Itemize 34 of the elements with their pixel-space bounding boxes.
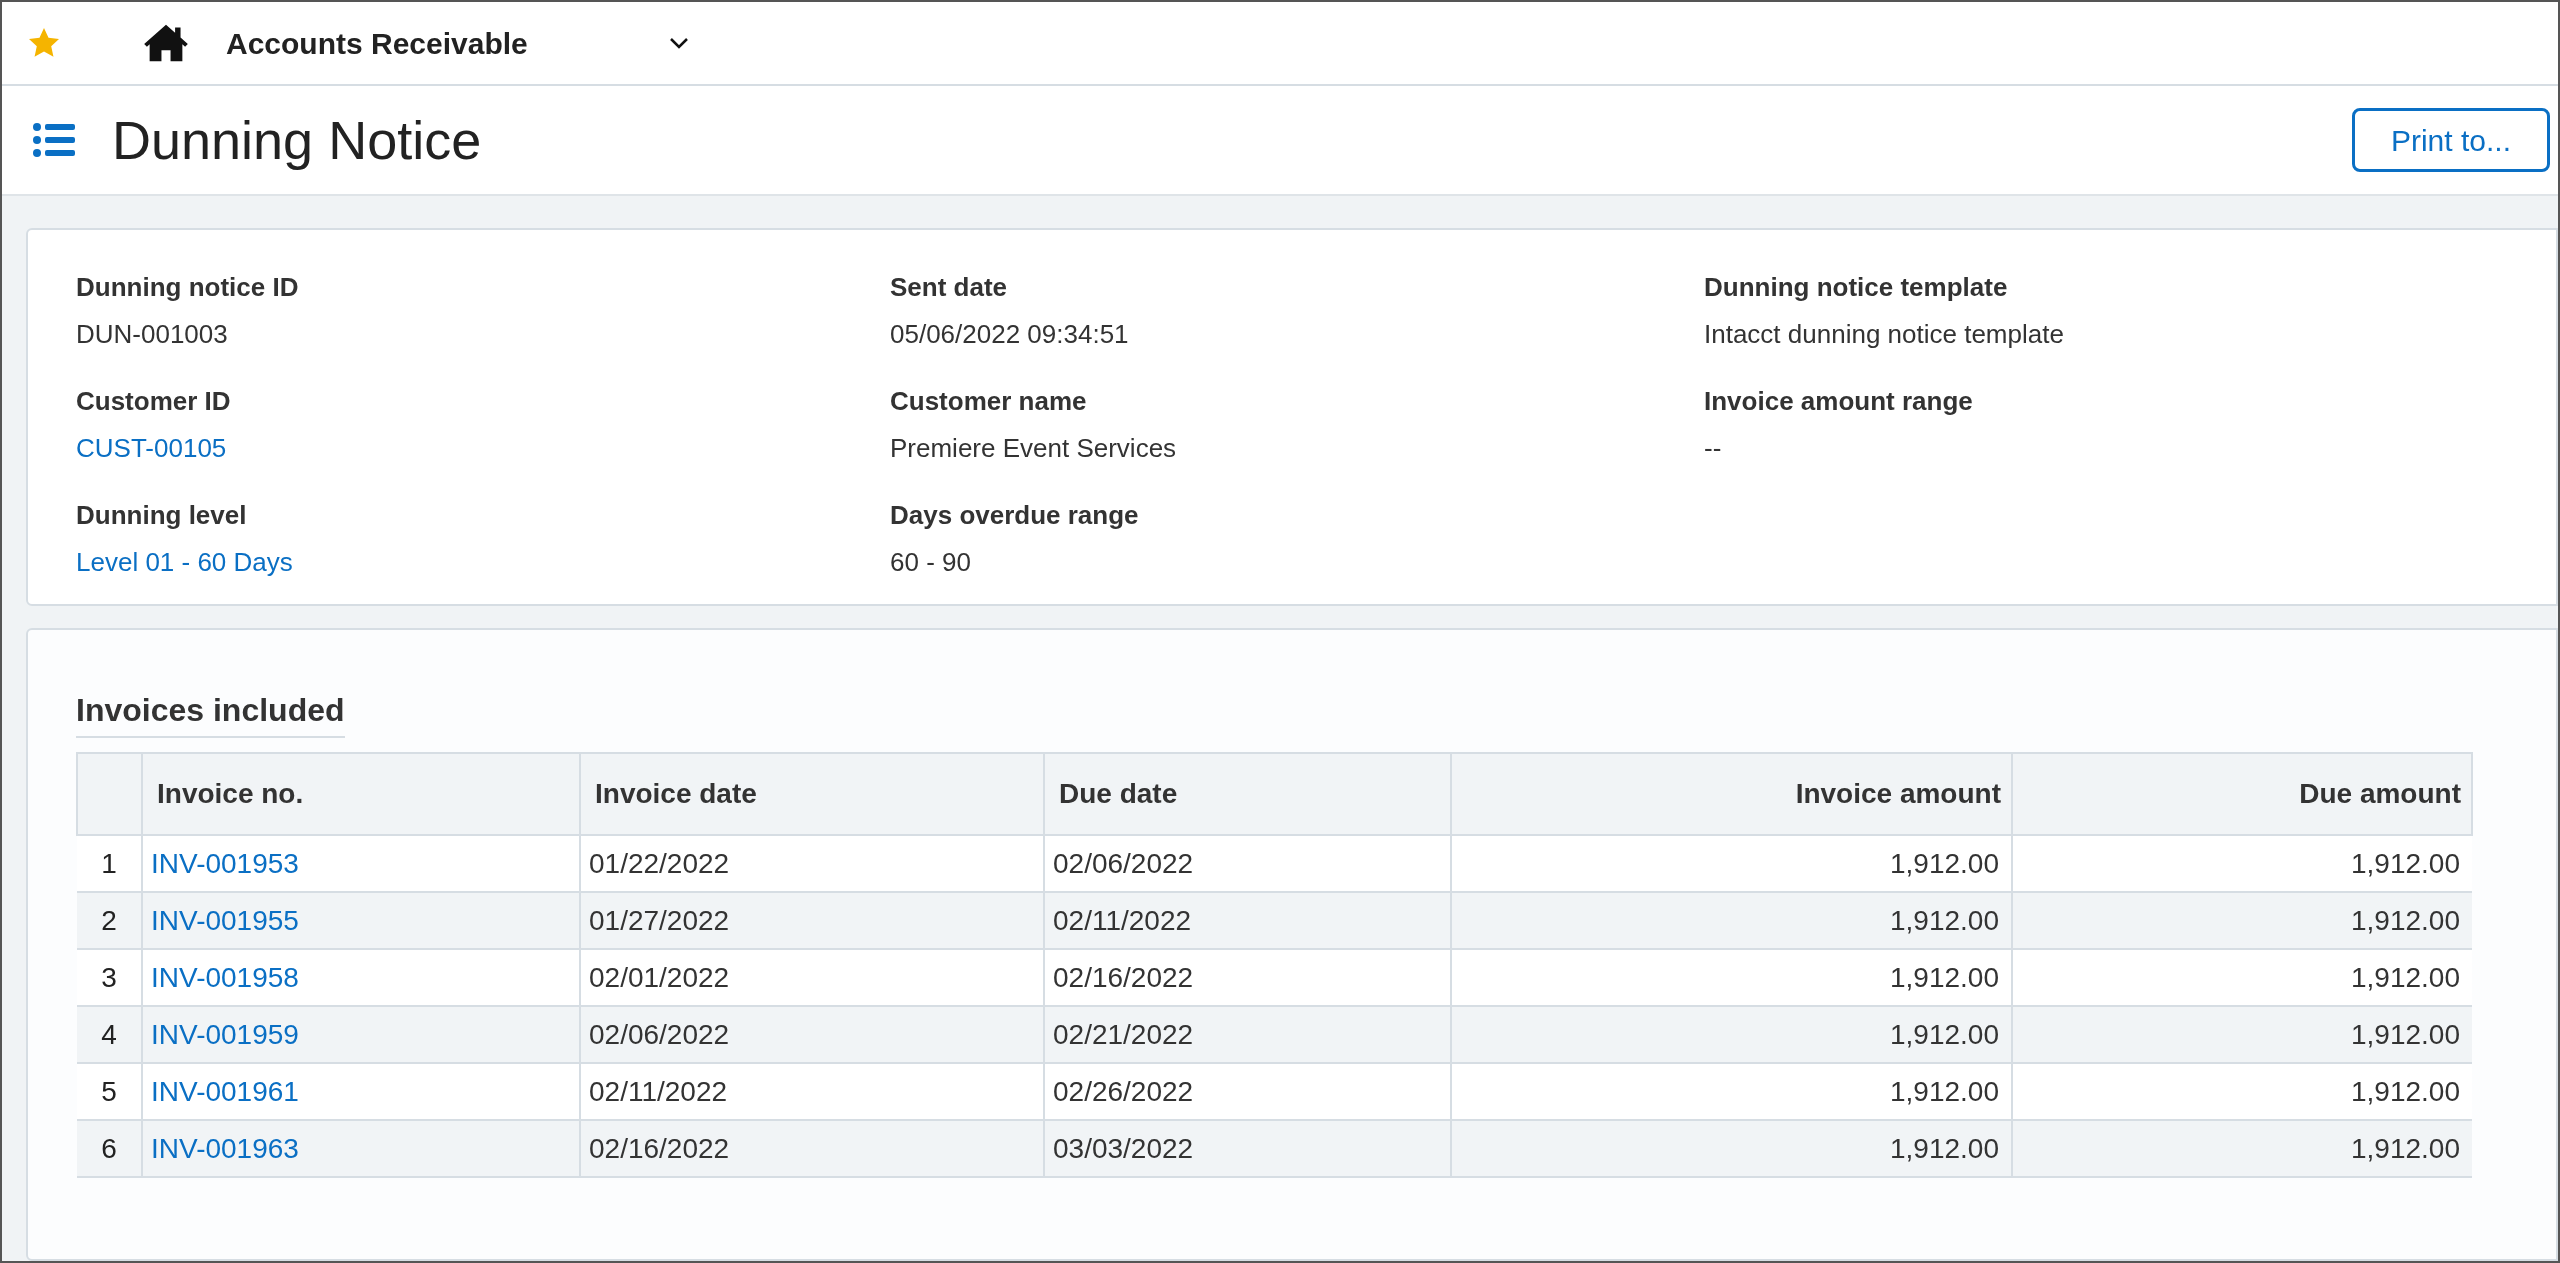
field-link[interactable]: Level 01 - 60 Days [76, 543, 890, 582]
chevron-down-icon[interactable] [667, 36, 690, 50]
list-icon[interactable] [32, 122, 76, 158]
field-label: Sent date [890, 271, 1009, 304]
print-button[interactable]: Print to... [2351, 108, 2550, 172]
table-cell: 03/03/2022 [1044, 1120, 1451, 1177]
field-value: Premiere Event Services [890, 432, 1178, 465]
table-cell: 1,912.00 [1451, 1120, 2012, 1177]
field-label: Days overdue range [890, 499, 1140, 532]
column-header: Due amount [2012, 753, 2472, 835]
invoice-link[interactable]: INV-001963 [142, 1120, 580, 1177]
field-value: 05/06/2022 09:34:51 [890, 318, 1130, 351]
module-title: Accounts Receivable [226, 25, 528, 62]
field-label: Customer name [890, 385, 1088, 418]
column-header: Invoice date [580, 753, 1044, 835]
field-value: -- [1704, 432, 1723, 465]
page-title: Dunning Notice [112, 108, 482, 172]
field-link[interactable]: CUST-00105 [76, 429, 890, 468]
field-value: 60 - 90 [890, 546, 972, 579]
home-icon[interactable] [144, 23, 188, 63]
table-cell: 1,912.00 [2012, 1120, 2472, 1177]
field-label: Customer ID [76, 385, 232, 418]
field-label: Dunning level [76, 499, 248, 532]
table-cell: 02/16/2022 [580, 1120, 1044, 1177]
column-header: Invoice no. [142, 753, 580, 835]
column-header: Due date [1044, 753, 1451, 835]
column-header: Invoice amount [1451, 753, 2012, 835]
field-label: Dunning notice ID [76, 271, 300, 304]
field-value: Intacct dunning notice template [1704, 318, 2065, 351]
field-value: DUN-001003 [76, 318, 229, 351]
row-number: 6 [77, 1120, 142, 1177]
field-label: Dunning notice template [1704, 271, 2009, 304]
field-label: Invoice amount range [1704, 385, 1974, 418]
section-title: Invoices included [76, 686, 345, 738]
